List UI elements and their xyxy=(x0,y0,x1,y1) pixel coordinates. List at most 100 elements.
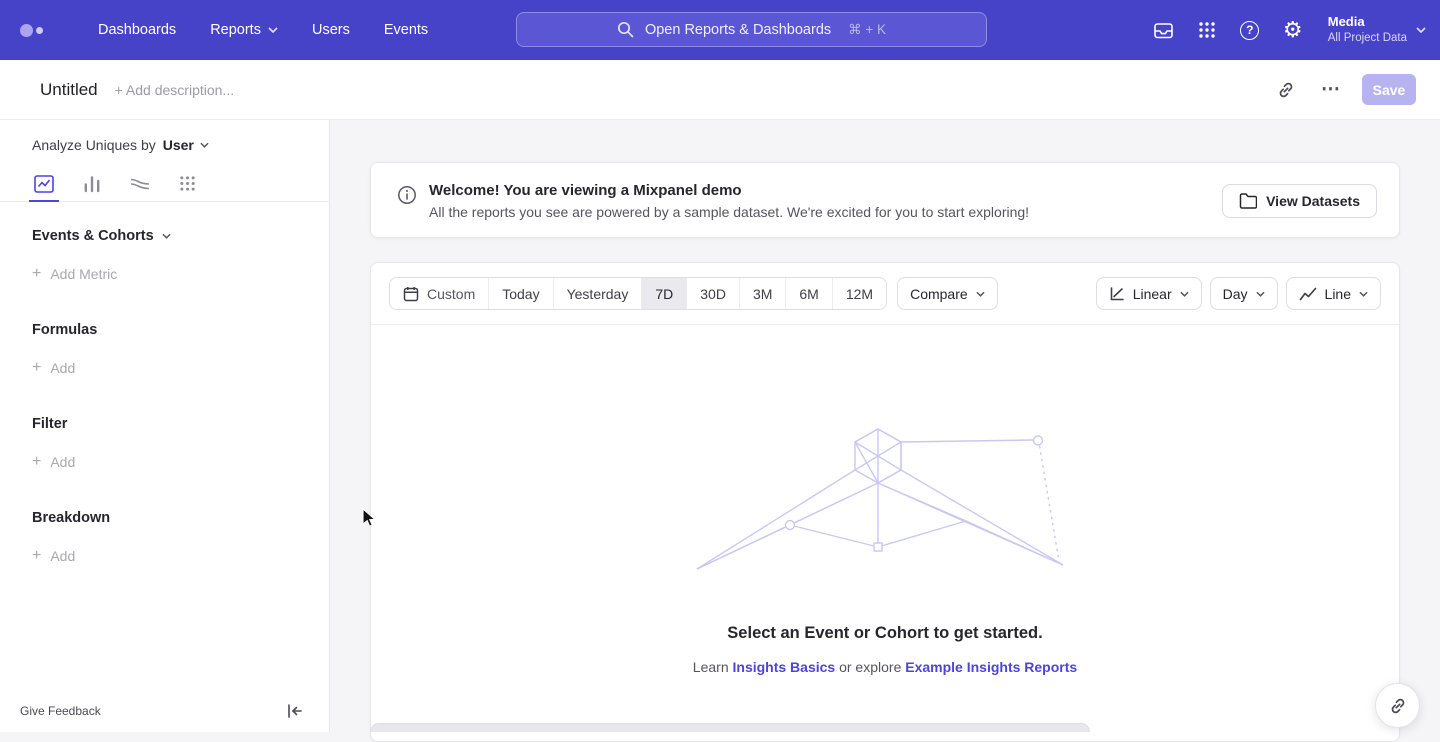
save-button[interactable]: Save xyxy=(1362,74,1416,105)
copy-link-icon[interactable] xyxy=(1272,76,1300,104)
gear-glyph: ⚙ xyxy=(1283,19,1303,41)
line-chart-icon xyxy=(34,175,54,193)
search-placeholder: Open Reports & Dashboards xyxy=(645,22,831,38)
insights-report-card: Custom Today Yesterday 7D 30D 3M 6M 12M … xyxy=(370,262,1400,742)
logo-dot-large xyxy=(20,24,33,37)
view-datasets-button[interactable]: View Datasets xyxy=(1222,184,1377,218)
ellipsis-glyph: ⋯ xyxy=(1321,80,1341,99)
global-search[interactable]: Open Reports & Dashboards ⌘ + K xyxy=(516,12,987,47)
add-breakdown-button[interactable]: + Add xyxy=(32,548,329,564)
range-30d-button[interactable]: 30D xyxy=(686,278,739,309)
folder-icon xyxy=(1239,193,1257,209)
plus-icon: + xyxy=(32,454,41,470)
example-reports-link[interactable]: Example Insights Reports xyxy=(905,659,1077,675)
range-12m-button[interactable]: 12M xyxy=(832,278,886,309)
apps-grid-icon[interactable] xyxy=(1195,18,1219,42)
range-7d-button[interactable]: 7D xyxy=(641,278,686,309)
demo-welcome-banner: Welcome! You are viewing a Mixpanel demo… xyxy=(370,162,1400,238)
chart-controls-row: Custom Today Yesterday 7D 30D 3M 6M 12M … xyxy=(371,263,1399,325)
project-name: Media xyxy=(1328,14,1407,31)
project-switcher[interactable]: Media All Project Data xyxy=(1328,14,1426,46)
collapse-left-icon xyxy=(287,704,303,718)
plus-icon: + xyxy=(32,360,41,376)
chart-type-dropdown[interactable]: Line xyxy=(1286,277,1381,310)
visualization-tabs xyxy=(0,166,329,202)
add-description-field[interactable]: + Add description... xyxy=(115,82,234,98)
filter-header: Filter xyxy=(32,416,329,432)
title-bar-actions: ⋯ Save xyxy=(1272,74,1416,105)
tab-line-chart[interactable] xyxy=(32,166,56,201)
range-6m-button[interactable]: 6M xyxy=(785,278,831,309)
plus-icon: + xyxy=(32,266,41,282)
empty-state: Select an Event or Cohort to get started… xyxy=(371,325,1399,675)
collapse-sidebar-button[interactable] xyxy=(287,704,303,718)
insights-basics-link[interactable]: Insights Basics xyxy=(733,659,836,675)
events-cohorts-header[interactable]: Events & Cohorts xyxy=(32,228,329,244)
chevron-down-icon xyxy=(1256,291,1265,297)
report-title-bar: Untitled + Add description... ⋯ Save xyxy=(0,60,1440,120)
analyze-value-label: User xyxy=(163,137,194,153)
chevron-down-icon xyxy=(268,27,278,33)
add-breakdown-label: Add xyxy=(50,548,75,564)
more-options-icon[interactable]: ⋯ xyxy=(1317,76,1345,104)
range-3m-button[interactable]: 3M xyxy=(739,278,785,309)
compare-label: Compare xyxy=(910,286,968,302)
add-formula-button[interactable]: + Add xyxy=(32,360,329,376)
give-feedback-link[interactable]: Give Feedback xyxy=(20,704,101,718)
add-filter-label: Add xyxy=(50,454,75,470)
chevron-down-icon xyxy=(976,291,985,297)
top-navbar: Dashboards Reports Users Events Open Rep… xyxy=(0,0,1440,60)
tab-bar-chart[interactable] xyxy=(81,166,103,201)
chevron-down-icon xyxy=(200,142,209,148)
add-metric-label: Add Metric xyxy=(50,266,117,282)
scale-label: Linear xyxy=(1133,286,1172,302)
help-glyph: ? xyxy=(1246,23,1253,37)
chevron-down-icon xyxy=(1416,27,1426,33)
scale-dropdown[interactable]: Linear xyxy=(1096,277,1202,310)
bar-chart-icon xyxy=(83,175,101,193)
mixpanel-logo[interactable] xyxy=(20,24,62,37)
banner-body: All the reports you see are powered by a… xyxy=(429,204,1029,220)
nav-events[interactable]: Events xyxy=(384,22,428,38)
kite-wireframe-illustration xyxy=(695,425,1075,575)
banner-text: Welcome! You are viewing a Mixpanel demo… xyxy=(429,182,1029,237)
interval-label: Day xyxy=(1223,286,1248,302)
bottom-panel-peek[interactable] xyxy=(370,723,1090,732)
nav-reports[interactable]: Reports xyxy=(210,22,278,38)
navbar-right: ? ⚙ Media All Project Data xyxy=(1152,0,1426,60)
nav-reports-label: Reports xyxy=(210,22,261,38)
add-metric-button[interactable]: + Add Metric xyxy=(32,266,329,282)
info-icon xyxy=(397,185,417,237)
settings-gear-icon[interactable]: ⚙ xyxy=(1281,18,1305,42)
search-icon xyxy=(617,21,634,38)
range-custom-button[interactable]: Custom xyxy=(390,278,488,309)
interval-dropdown[interactable]: Day xyxy=(1210,277,1278,310)
project-scope: All Project Data xyxy=(1328,31,1407,46)
add-filter-button[interactable]: + Add xyxy=(32,454,329,470)
tab-flow[interactable] xyxy=(128,166,152,201)
date-range-segmented-control: Custom Today Yesterday 7D 30D 3M 6M 12M xyxy=(389,277,887,310)
breakdown-header: Breakdown xyxy=(32,510,329,526)
range-today-button[interactable]: Today xyxy=(488,278,552,309)
inbox-icon[interactable] xyxy=(1152,18,1176,42)
help-icon[interactable]: ? xyxy=(1238,18,1262,42)
range-yesterday-button[interactable]: Yesterday xyxy=(553,278,642,309)
learn-prefix: Learn xyxy=(693,659,729,675)
nav-users[interactable]: Users xyxy=(312,22,350,38)
analyze-label: Analyze Uniques by xyxy=(32,137,156,153)
chevron-down-icon xyxy=(1359,291,1368,297)
compare-button[interactable]: Compare xyxy=(897,277,998,310)
chevron-down-icon xyxy=(1180,291,1189,297)
linear-scale-icon xyxy=(1109,286,1125,302)
events-cohorts-label: Events & Cohorts xyxy=(32,228,154,244)
nav-dashboards[interactable]: Dashboards xyxy=(98,22,176,38)
share-link-fab[interactable] xyxy=(1375,683,1420,728)
line-type-icon xyxy=(1299,287,1317,301)
add-formula-label: Add xyxy=(50,360,75,376)
tab-metrics-grid[interactable] xyxy=(177,166,198,201)
report-title[interactable]: Untitled xyxy=(40,80,98,100)
empty-state-subtitle: Learn Insights Basics or explore Example… xyxy=(693,659,1077,675)
analyze-value-dropdown[interactable]: User xyxy=(163,137,209,153)
chart-type-label: Line xyxy=(1325,286,1351,302)
formulas-header: Formulas xyxy=(32,322,329,338)
